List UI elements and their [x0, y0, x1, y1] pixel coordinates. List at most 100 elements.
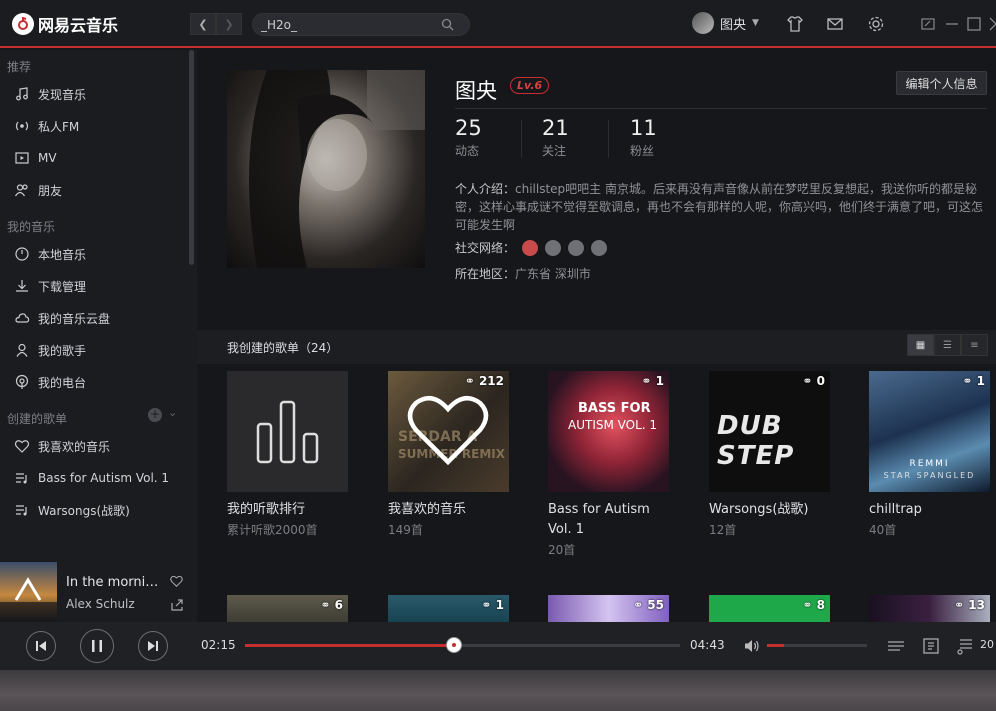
play-count: ⚭ 13: [954, 598, 985, 612]
close-icon[interactable]: [986, 14, 996, 34]
skin-icon[interactable]: [785, 14, 805, 34]
now-playing-panel[interactable]: In the mornin... Alex Schulz: [0, 562, 197, 622]
stat-following[interactable]: 21 关注: [542, 116, 569, 159]
play-count: ⚭ 6: [320, 598, 343, 612]
detail-view-icon[interactable]: ≡: [961, 334, 988, 356]
like-heart-icon[interactable]: [169, 574, 184, 588]
heart-icon: [407, 395, 489, 466]
playlist-queue-icon[interactable]: [956, 637, 974, 655]
sidebar-item-podcast[interactable]: 我的电台: [0, 366, 197, 398]
playlist-card[interactable]: ⚭ 13: [869, 595, 990, 622]
sidebar-item-download[interactable]: 下载管理: [0, 270, 197, 302]
view-switcher: ▦ ☰ ≡: [907, 334, 988, 356]
progress-handle[interactable]: [446, 638, 461, 652]
headphones-icon: ⚭: [481, 598, 496, 612]
social-links: 社交网络：: [455, 239, 608, 256]
stat-value: 11: [630, 116, 657, 140]
grid-view-icon[interactable]: ▦: [907, 334, 934, 356]
sidebar-scrollbar[interactable]: [189, 50, 194, 265]
next-button[interactable]: [138, 631, 168, 661]
playlist-title[interactable]: Bass for Autism Vol. 1: [548, 500, 669, 540]
sidebar-item-cloud[interactable]: 我的音乐云盘: [0, 302, 197, 334]
playlist-card[interactable]: ⚭ 8: [709, 595, 830, 622]
sidebar-item-discover[interactable]: 发现音乐: [0, 78, 197, 110]
sidebar-item-label: Warsongs(战歌): [38, 503, 130, 518]
sidebar-item-mv[interactable]: MV: [0, 142, 197, 174]
now-playing-artist[interactable]: Alex Schulz: [66, 597, 135, 611]
sidebar-section-title: 创建的歌单 + ⌄: [0, 402, 197, 430]
progress-track[interactable]: [245, 644, 680, 647]
forward-button[interactable]: ❯: [216, 13, 242, 35]
cover-text: DUB STEP: [717, 411, 795, 471]
cover-text: BASS FOR: [578, 401, 651, 416]
play-count: ⚭ 1: [481, 598, 504, 612]
playlist-cover[interactable]: BASS FOR AUTISM VOL. 1 ⚭ 1: [548, 371, 669, 492]
region-label: 所在地区：: [455, 267, 516, 281]
search-input[interactable]: [261, 17, 441, 32]
mini-mode-icon[interactable]: [918, 14, 938, 34]
intro-text: chillstep吧吧主 南京城。后来再没有声音像从前在梦呓里反复想起，我送你听…: [455, 182, 984, 232]
playlist-icon: [16, 505, 27, 516]
playlist-title[interactable]: Warsongs(战歌): [709, 500, 830, 520]
playlist-card[interactable]: ⚭ 6: [227, 595, 348, 622]
playlist-card[interactable]: BASS FOR AUTISM VOL. 1 ⚭ 1 Bass for Auti…: [548, 371, 669, 558]
sidebar-item-local[interactable]: 本地音乐: [0, 238, 197, 270]
play-mode-icon[interactable]: [887, 638, 905, 654]
playlist-card[interactable]: ⚭ 55: [548, 595, 669, 622]
intro-label: 个人介绍：: [455, 182, 516, 196]
now-playing-cover[interactable]: [0, 562, 57, 622]
playlist-cover[interactable]: REMMI STAR SPANGLED ⚭ 1: [869, 371, 990, 492]
sidebar-item-label: 发现音乐: [38, 87, 87, 102]
mail-icon[interactable]: [825, 14, 845, 34]
list-view-icon[interactable]: ☰: [934, 334, 961, 356]
playlist-cover[interactable]: [227, 371, 348, 492]
playlist-title[interactable]: chilltrap: [869, 500, 990, 520]
sidebar-item-fm[interactable]: 私人FM: [0, 110, 197, 142]
stat-events[interactable]: 25 动态: [455, 116, 482, 159]
sidebar-item-playlist[interactable]: Bass for Autism Vol. 1: [0, 462, 197, 494]
user-menu[interactable]: 图央 ▼: [692, 12, 759, 34]
app-title: 网易云音乐: [38, 16, 119, 35]
volume-icon[interactable]: [744, 639, 760, 653]
playlist-card[interactable]: ⚭ 1: [388, 595, 509, 622]
playlist-card[interactable]: REMMI STAR SPANGLED ⚭ 1 chilltrap 40首: [869, 371, 990, 538]
back-button[interactable]: ❮: [190, 13, 216, 35]
sidebar-item-liked[interactable]: 我喜欢的音乐: [0, 430, 197, 462]
sidebar-item-friends[interactable]: 朋友: [0, 174, 197, 206]
app-logo[interactable]: 网易云音乐: [12, 12, 118, 36]
play-count: ⚭ 0: [802, 374, 825, 388]
playlist-card[interactable]: 我的听歌排行 累计听歌2000首: [227, 371, 348, 538]
playlist-cover[interactable]: DUB STEP ⚭ 0: [709, 371, 830, 492]
search-box[interactable]: [252, 13, 470, 36]
playlist-title[interactable]: 我的听歌排行: [227, 500, 348, 520]
sidebar-item-singer[interactable]: 我的歌手: [0, 334, 197, 366]
minimize-icon[interactable]: [942, 14, 962, 34]
edit-profile-button[interactable]: 编辑个人信息: [896, 71, 987, 95]
weibo-icon[interactable]: [522, 239, 539, 256]
chevron-right-icon: ❯: [224, 17, 234, 31]
other-social-icon[interactable]: [591, 239, 608, 256]
sidebar-item-playlist[interactable]: Warsongs(战歌): [0, 494, 197, 526]
chevron-down-icon[interactable]: ⌄: [168, 406, 177, 419]
pause-button[interactable]: [80, 629, 114, 663]
settings-gear-icon[interactable]: [866, 14, 886, 34]
playlist-card[interactable]: SERDAR A SUMMER REMIX ⚭ 212 我喜欢的音乐 149首: [388, 371, 509, 538]
lyrics-icon[interactable]: [922, 637, 940, 655]
cover-text: STAR SPANGLED: [883, 471, 976, 480]
playlist-title[interactable]: 我喜欢的音乐: [388, 500, 509, 520]
previous-button[interactable]: [26, 631, 56, 661]
playlist-card[interactable]: DUB STEP ⚭ 0 Warsongs(战歌) 12首: [709, 371, 830, 538]
share-icon[interactable]: [170, 598, 184, 612]
headphones-icon: ⚭: [962, 374, 977, 388]
maximize-icon[interactable]: [964, 14, 984, 34]
playlist-cover[interactable]: SERDAR A SUMMER REMIX ⚭ 212: [388, 371, 509, 492]
renren-icon[interactable]: [545, 239, 562, 256]
stat-followers[interactable]: 11 粉丝: [630, 116, 657, 159]
user-name: 图央: [720, 17, 747, 33]
cover-text: REMMI: [909, 459, 950, 469]
search-icon[interactable]: [441, 18, 454, 31]
volume-track[interactable]: [767, 644, 867, 647]
douban-icon[interactable]: [568, 239, 585, 256]
now-playing-title[interactable]: In the mornin...: [66, 575, 164, 590]
add-playlist-icon[interactable]: +: [148, 408, 162, 422]
